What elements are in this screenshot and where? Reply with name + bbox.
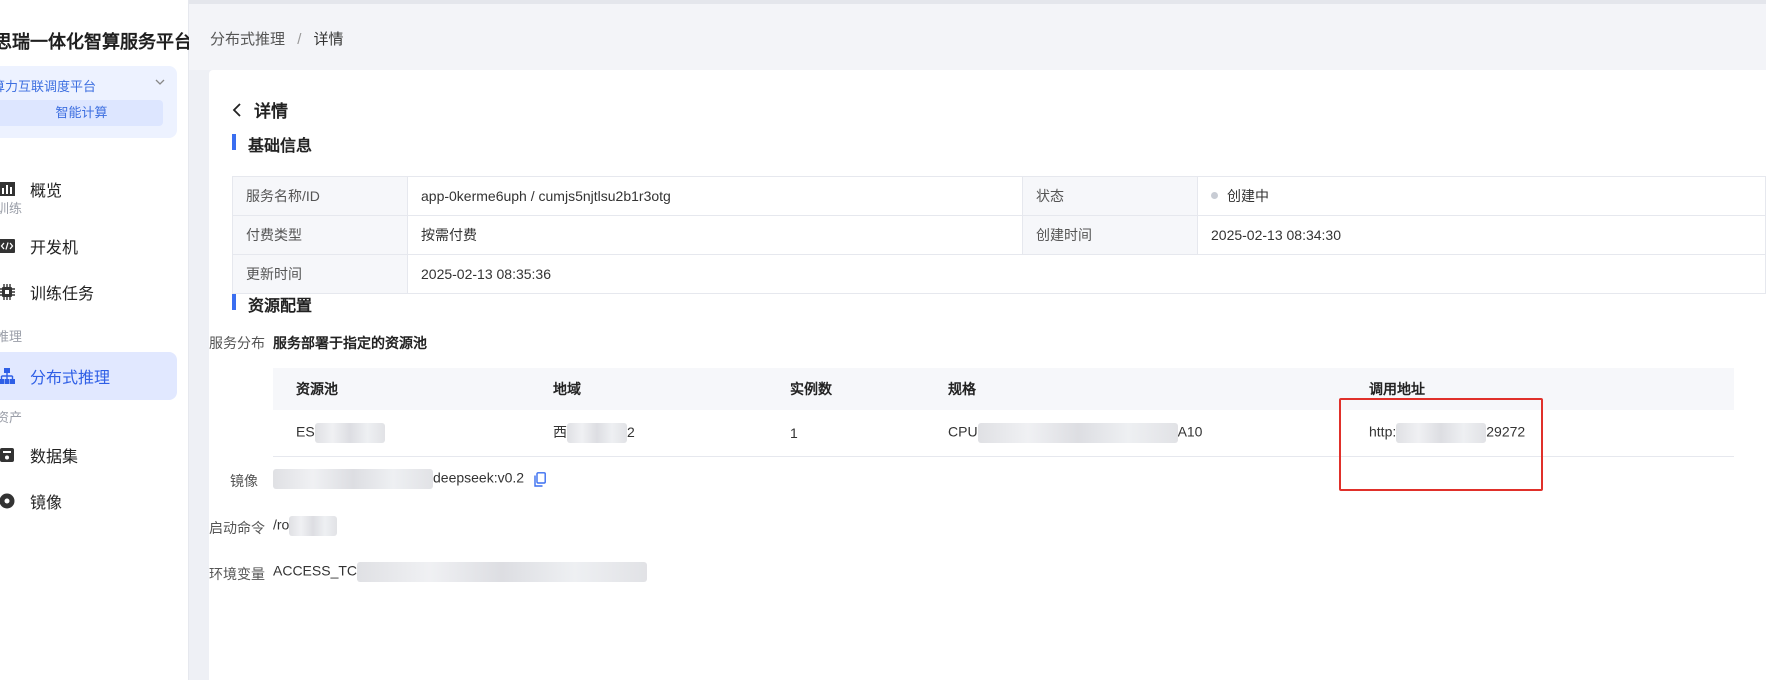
spec-text: CPU (948, 423, 978, 440)
annotation-highlight-box (1339, 398, 1543, 491)
info-key: 更新时间 (232, 254, 408, 294)
pool-text: ES (296, 423, 315, 440)
back-button[interactable]: 详情 (232, 97, 288, 122)
section-title-resource: 资源配置 (232, 292, 312, 316)
sidebar-item-label: 训练任务 (30, 286, 95, 303)
sidebar-item-training-task[interactable]: 训练任务 (0, 268, 177, 316)
breadcrumb: 分布式推理 / 详情 (210, 28, 344, 49)
sidebar-item-label: 开发机 (30, 240, 79, 257)
sidebar-item-label: 镜像 (30, 495, 63, 512)
table-row: 更新时间 2025-02-13 08:35:36 (232, 254, 1766, 294)
table-row: 付费类型 按需付费 创建时间 2025-02-13 08:34:30 (232, 215, 1766, 255)
network-icon (0, 367, 16, 385)
region-suffix: 2 (627, 424, 635, 441)
info-value: app-0kerme6uph / cumjs5njtlsu2b1r3otg (407, 176, 1023, 216)
status-cell: 创建中 (1197, 176, 1766, 216)
page-title: 详情 (254, 102, 288, 121)
basic-info-table: 服务名称/ID app-0kerme6uph / cumjs5njtlsu2b1… (232, 176, 1766, 294)
instances-cell: 1 (767, 410, 925, 457)
sidebar-item-label: 概览 (30, 183, 63, 200)
spec-suffix: A10 (1177, 423, 1203, 440)
sidebar-item-label: 数据集 (30, 449, 79, 466)
topbar: 分布式推理 / 详情 (189, 0, 1766, 70)
code-icon (0, 237, 16, 255)
redaction-blur (357, 562, 648, 582)
redaction-blur (567, 423, 627, 444)
image-value: deepseek:v0.2 (273, 469, 546, 489)
info-value: 2025-02-13 08:34:30 (1197, 215, 1766, 255)
spec-cell: CPU A10 (925, 410, 1346, 457)
region-text: 西 (553, 424, 567, 441)
info-value: 2025-02-13 08:35:36 (407, 254, 1766, 294)
section-title-basic: 基础信息 (232, 132, 312, 156)
env-text: ACCESS_TC (273, 562, 358, 579)
breadcrumb-current: 详情 (313, 31, 344, 48)
nav-section-training: 训练 (0, 201, 23, 216)
chevron-down-icon (155, 76, 165, 90)
breadcrumb-separator: / (297, 31, 302, 48)
nav-section-assets: 资产 (0, 410, 23, 425)
copy-icon[interactable] (534, 471, 546, 487)
platform-sub-item[interactable]: 智能计算 (0, 100, 163, 126)
env-label: 环境变量 (209, 566, 265, 582)
detail-card: 详情 基础信息 服务名称/ID app-0kerme6uph / cumjs5n… (209, 70, 1766, 680)
platform-select-label: 算力互联调度平台 (0, 79, 97, 94)
column-header: 资源池 (273, 368, 530, 410)
pool-cell: ES (273, 410, 530, 457)
sidebar-item-devbox[interactable]: 开发机 (0, 222, 177, 270)
column-header: 地域 (530, 368, 767, 410)
platform-switcher: 算力互联调度平台 智能计算 (0, 66, 177, 138)
sidebar-item-dataset[interactable]: 数据集 (0, 431, 177, 479)
image-text: deepseek:v0.2 (433, 469, 525, 486)
sidebar-item-distributed-inference[interactable]: 分布式推理 (0, 352, 177, 400)
info-key: 状态 (1022, 176, 1198, 216)
cmd-value: /ro (273, 516, 338, 536)
platform-select[interactable]: 算力互联调度平台 (0, 76, 177, 96)
breadcrumb-parent-link[interactable]: 分布式推理 (210, 31, 285, 48)
column-header: 实例数 (767, 368, 925, 410)
cmd-label: 启动命令 (209, 520, 265, 536)
chip-icon (0, 283, 16, 301)
status-dot-icon (1211, 192, 1218, 199)
info-value: 按需付费 (407, 215, 1023, 255)
sidebar-item-image[interactable]: 镜像 (0, 477, 177, 525)
info-key: 付费类型 (232, 215, 408, 255)
sidebar-item-label: 分布式推理 (30, 370, 111, 387)
redaction-blur (977, 422, 1178, 443)
table-row: 服务名称/ID app-0kerme6uph / cumjs5njtlsu2b1… (232, 176, 1766, 216)
sidebar-item-overview[interactable]: 概览 (0, 165, 177, 213)
sidebar: 思瑞一体化智算服务平台 算力互联调度平台 智能计算 概览 训练 开发机 训练任务… (0, 0, 192, 680)
app-root: 思瑞一体化智算服务平台 算力互联调度平台 智能计算 概览 训练 开发机 训练任务… (0, 0, 1766, 680)
brand-title: 思瑞一体化智算服务平台 (0, 32, 192, 52)
redaction-blur (289, 516, 338, 536)
image-label: 镜像 (230, 473, 258, 489)
service-dist-value: 服务部署于指定的资源池 (273, 335, 427, 351)
region-cell: 西2 (530, 410, 767, 457)
status-badge: 创建中 (1227, 188, 1269, 204)
redaction-blur (314, 422, 385, 443)
env-value: ACCESS_TC (273, 562, 648, 582)
disc-icon (0, 492, 16, 510)
redaction-blur (273, 469, 433, 489)
chevron-left-icon (232, 102, 242, 117)
database-icon (0, 446, 16, 464)
info-key: 创建时间 (1022, 215, 1198, 255)
info-key: 服务名称/ID (232, 176, 408, 216)
service-dist-label: 服务分布 (209, 335, 265, 351)
chart-icon (0, 180, 16, 198)
nav-section-inference: 推理 (0, 329, 23, 344)
cmd-text: /ro (273, 516, 290, 533)
column-header: 规格 (925, 368, 1346, 410)
